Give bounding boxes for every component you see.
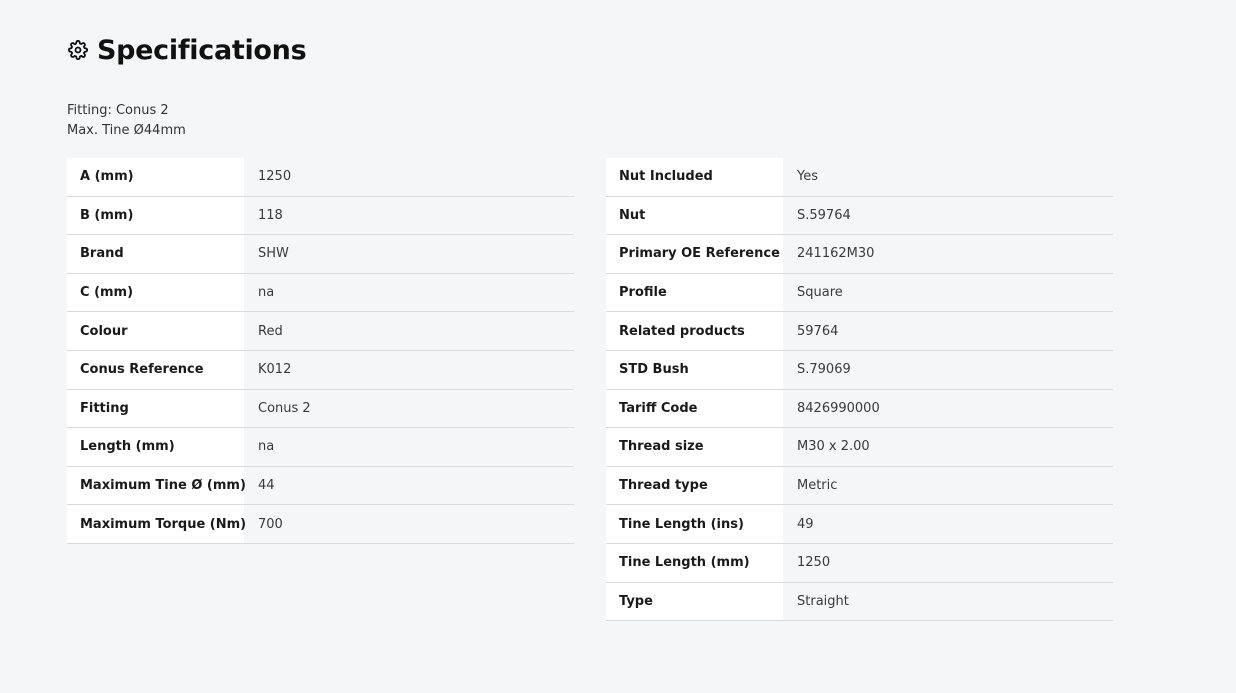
spec-label: Tariff Code <box>606 389 783 428</box>
spec-label: C (mm) <box>67 273 244 312</box>
fitting-summary: Fitting: Conus 2 <box>67 103 169 118</box>
spec-value: 700 <box>258 516 283 532</box>
spec-label: Tine Length (mm) <box>606 543 783 582</box>
spec-label: A (mm) <box>67 158 244 196</box>
spec-label: Brand <box>67 235 244 273</box>
table-row: Profile Square <box>606 273 1113 313</box>
spec-value: na <box>258 439 275 455</box>
spec-value: S.79069 <box>797 362 851 378</box>
spec-table-right: Nut Included Yes Nut S.59764 Primary OE Refe… <box>606 158 1113 622</box>
spec-value: 118 <box>258 207 283 223</box>
table-row: Nut S.59764 <box>606 196 1113 236</box>
spec-label: Primary OE Reference <box>606 235 783 273</box>
spec-value: 44 <box>258 478 275 494</box>
page-title: Specifications <box>97 34 307 66</box>
spec-value: Conus 2 <box>258 400 311 416</box>
spec-label: Length (mm) <box>67 428 244 466</box>
spec-value: 241162M30 <box>797 246 875 262</box>
spec-label: Nut Included <box>606 158 783 196</box>
spec-value: Straight <box>797 593 849 609</box>
table-row: A (mm) 1250 <box>67 158 574 197</box>
table-row: Maximum Torque (Nm) 700 <box>67 505 574 544</box>
spec-value: M30 x 2.00 <box>797 439 870 455</box>
spec-summary: Fitting: Conus 2 Max. Tine Ø44mm <box>67 101 186 141</box>
spec-value: 8426990000 <box>797 400 880 416</box>
table-row: Conus Reference K012 <box>67 350 574 390</box>
spec-value: Red <box>258 323 283 339</box>
spec-label: Tine Length (ins) <box>606 505 783 543</box>
table-row: Nut Included Yes <box>606 158 1113 197</box>
table-row: B (mm) 118 <box>67 196 574 236</box>
table-row: Brand SHW <box>67 235 574 274</box>
spec-label: Fitting <box>67 389 244 428</box>
spec-label: Thread type <box>606 466 783 505</box>
table-row: Thread size M30 x 2.00 <box>606 428 1113 467</box>
table-row: Type Straight <box>606 582 1113 622</box>
spec-value: K012 <box>258 362 292 378</box>
spec-value: na <box>258 285 275 301</box>
section-header: Specifications <box>67 30 307 70</box>
table-row: Tine Length (ins) 49 <box>606 505 1113 544</box>
spec-label: Maximum Tine Ø (mm) <box>67 466 246 505</box>
gear-icon <box>67 39 89 61</box>
spec-label: Conus Reference <box>67 350 244 389</box>
spec-value: S.59764 <box>797 207 851 223</box>
spec-label: B (mm) <box>67 196 244 235</box>
spec-value: SHW <box>258 246 289 262</box>
spec-label: Profile <box>606 273 783 312</box>
spec-value: 59764 <box>797 323 839 339</box>
max-tine-summary: Max. Tine Ø44mm <box>67 123 186 138</box>
spec-label: Colour <box>67 312 244 350</box>
table-row: Tine Length (mm) 1250 <box>606 543 1113 583</box>
spec-value: 49 <box>797 516 814 532</box>
table-row: Related products 59764 <box>606 312 1113 351</box>
table-row: STD Bush S.79069 <box>606 350 1113 390</box>
table-row: C (mm) na <box>67 273 574 313</box>
spec-label: STD Bush <box>606 350 783 389</box>
spec-label: Thread size <box>606 428 783 466</box>
spec-label: Type <box>606 582 783 621</box>
spec-value: Square <box>797 285 843 301</box>
table-row: Primary OE Reference 241162M30 <box>606 235 1113 274</box>
table-row: Thread type Metric <box>606 466 1113 506</box>
spec-table-left: A (mm) 1250 B (mm) 118 Brand SHW C (mm) na Colou… <box>67 158 574 544</box>
spec-label: Maximum Torque (Nm) <box>67 505 246 543</box>
table-row: Maximum Tine Ø (mm) 44 <box>67 466 574 506</box>
spec-value: 1250 <box>258 169 292 185</box>
spec-value: 1250 <box>797 555 831 571</box>
spec-label: Nut <box>606 196 783 235</box>
table-row: Colour Red <box>67 312 574 351</box>
table-row: Tariff Code 8426990000 <box>606 389 1113 429</box>
spec-value: Metric <box>797 478 838 494</box>
spec-label: Related products <box>606 312 783 350</box>
spec-value: Yes <box>797 169 818 185</box>
table-row: Length (mm) na <box>67 428 574 467</box>
table-row: Fitting Conus 2 <box>67 389 574 429</box>
